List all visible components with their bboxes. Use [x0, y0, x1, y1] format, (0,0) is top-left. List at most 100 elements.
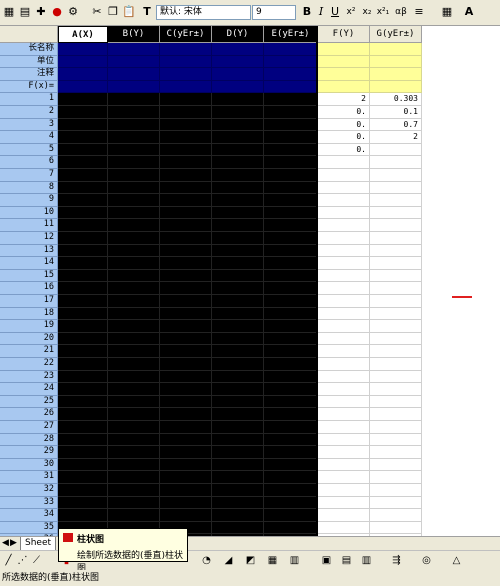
- grid-cell[interactable]: [108, 106, 160, 119]
- grid-cell[interactable]: [212, 169, 264, 182]
- grid-cell[interactable]: [212, 509, 264, 522]
- grid-cell[interactable]: [370, 244, 422, 258]
- grid-cell[interactable]: [318, 408, 370, 421]
- pie-plot-icon[interactable]: ◔: [200, 554, 213, 567]
- row-header[interactable]: 5: [0, 143, 58, 157]
- grid-cell[interactable]: [212, 118, 264, 132]
- grid-cell[interactable]: [370, 257, 422, 270]
- grid-cell[interactable]: [370, 471, 422, 484]
- grid-cell[interactable]: [264, 118, 318, 132]
- grid-cell[interactable]: [160, 169, 212, 182]
- grid-cell[interactable]: [212, 269, 264, 283]
- grid-cell[interactable]: [318, 421, 370, 434]
- row-header[interactable]: 24: [0, 383, 58, 396]
- grid-cell[interactable]: [212, 93, 264, 106]
- column-header[interactable]: E(yEr±): [264, 26, 318, 43]
- grid-cell[interactable]: [108, 68, 160, 81]
- row-header[interactable]: 15: [0, 269, 58, 283]
- grid-cell[interactable]: [108, 232, 160, 245]
- column-header[interactable]: G(yEr±): [370, 26, 422, 43]
- grid-cell[interactable]: [318, 219, 370, 232]
- grid-cell[interactable]: [318, 320, 370, 333]
- grid-cell[interactable]: [264, 509, 318, 522]
- row-header[interactable]: 22: [0, 358, 58, 371]
- font-family-select[interactable]: 默认: 宋体: [156, 5, 251, 20]
- grid-cell[interactable]: [160, 143, 212, 157]
- grid-cell[interactable]: [370, 43, 422, 56]
- grid-cell[interactable]: [108, 43, 160, 56]
- grid-cell[interactable]: [108, 269, 160, 283]
- grid-cell[interactable]: [160, 43, 212, 56]
- grid-cell[interactable]: [212, 68, 264, 81]
- grid-cell[interactable]: [264, 181, 318, 195]
- box-plot-icon[interactable]: ▤: [340, 554, 353, 567]
- grid-cell[interactable]: [318, 395, 370, 409]
- column-header[interactable]: F(Y): [318, 26, 370, 43]
- grid-cell[interactable]: [318, 458, 370, 472]
- align-icon[interactable]: ≡: [412, 5, 426, 19]
- grid-cell[interactable]: [108, 131, 160, 144]
- grid-cell[interactable]: [58, 93, 108, 106]
- grid-cell[interactable]: [264, 244, 318, 258]
- grid-cell[interactable]: [58, 257, 108, 270]
- grid-cell[interactable]: [212, 244, 264, 258]
- grid-cell[interactable]: [160, 433, 212, 447]
- grid-cell[interactable]: [160, 106, 212, 119]
- grid-cell[interactable]: [212, 257, 264, 270]
- row-header[interactable]: 4: [0, 131, 58, 144]
- grid-cell[interactable]: [264, 458, 318, 472]
- grid-cell[interactable]: [58, 55, 108, 69]
- row-header[interactable]: 25: [0, 395, 58, 409]
- tab-scroll-left-icon[interactable]: ◀: [2, 538, 9, 548]
- grid-cell[interactable]: [264, 232, 318, 245]
- row-header[interactable]: 20: [0, 332, 58, 346]
- grid-cell[interactable]: [212, 282, 264, 295]
- grid-cell[interactable]: [108, 80, 160, 94]
- bold-button[interactable]: B: [300, 5, 314, 19]
- grid-cell[interactable]: [160, 257, 212, 270]
- row-header[interactable]: 27: [0, 421, 58, 434]
- grid-cell[interactable]: [160, 471, 212, 484]
- grid-cell[interactable]: [264, 194, 318, 207]
- grid-cell[interactable]: [264, 206, 318, 220]
- grid-cell[interactable]: [58, 206, 108, 220]
- grid-cell[interactable]: [264, 55, 318, 69]
- row-header[interactable]: 14: [0, 257, 58, 270]
- grid-cell[interactable]: [370, 358, 422, 371]
- grid-cell[interactable]: [212, 232, 264, 245]
- grid-cell[interactable]: [108, 55, 160, 69]
- grid-cell[interactable]: [58, 269, 108, 283]
- grid-cell[interactable]: [318, 68, 370, 81]
- grid-corner[interactable]: [0, 26, 58, 43]
- grid-cell[interactable]: [318, 446, 370, 459]
- grid-cell[interactable]: [160, 358, 212, 371]
- grid-cell[interactable]: [370, 307, 422, 321]
- grid-cell[interactable]: [318, 521, 370, 535]
- ternary-plot-icon[interactable]: △: [450, 554, 463, 567]
- row-header[interactable]: 32: [0, 484, 58, 497]
- contour-plot-icon[interactable]: ▦: [266, 554, 279, 567]
- grid-cell[interactable]: [108, 509, 160, 522]
- row-header[interactable]: 3: [0, 118, 58, 132]
- grid-cell[interactable]: 0.: [318, 143, 370, 157]
- grid-cell[interactable]: [212, 408, 264, 421]
- row-header[interactable]: 8: [0, 181, 58, 195]
- grid-cell[interactable]: [370, 458, 422, 472]
- grid-cell[interactable]: [212, 106, 264, 119]
- grid-cell[interactable]: [264, 433, 318, 447]
- grid-cell[interactable]: [212, 143, 264, 157]
- font-color-button[interactable]: A: [462, 5, 476, 19]
- grid-cell[interactable]: [212, 320, 264, 333]
- grid-cell[interactable]: [160, 80, 212, 94]
- grid-cell[interactable]: [264, 496, 318, 510]
- grid-cell[interactable]: [108, 458, 160, 472]
- grid-cell[interactable]: [264, 521, 318, 535]
- grid-cell[interactable]: [160, 383, 212, 396]
- row-header[interactable]: 12: [0, 232, 58, 245]
- grid-cell[interactable]: [212, 358, 264, 371]
- grid-cell[interactable]: [160, 181, 212, 195]
- row-header[interactable]: 6: [0, 156, 58, 169]
- row-header[interactable]: 17: [0, 295, 58, 308]
- record-icon[interactable]: ●: [50, 5, 64, 19]
- grid-cell[interactable]: [160, 421, 212, 434]
